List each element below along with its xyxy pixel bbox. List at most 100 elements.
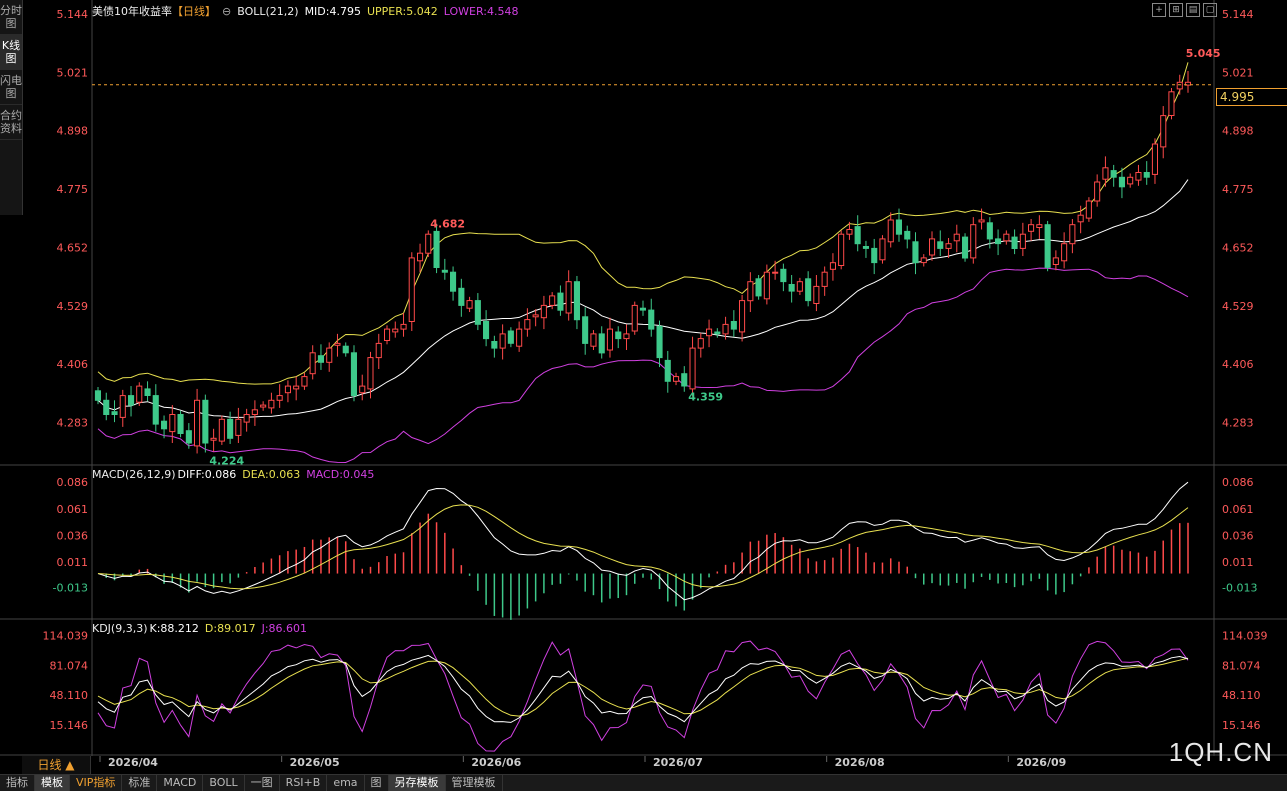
macd-tick-left: -0.013: [53, 581, 88, 594]
candle-body: [1143, 172, 1150, 178]
grid-icon[interactable]: ⊞: [1169, 3, 1183, 17]
kdj-d-line: [97, 657, 1189, 717]
kdj-tick-left: 48.110: [50, 689, 89, 702]
macd-tick-left: 0.011: [57, 556, 89, 569]
candle-body: [326, 347, 333, 363]
kdj-tick-right: 114.039: [1222, 630, 1268, 643]
macd-tick-left: 0.061: [57, 503, 89, 516]
candle-body: [144, 388, 151, 396]
date-label: 2026/08: [835, 756, 885, 769]
candle-body: [532, 314, 539, 318]
chart-area[interactable]: 5.144 5.144 5.021 5.021 4.898 4.898 4.775 4.775…: [0, 0, 1287, 774]
tab-chart[interactable]: 图: [365, 775, 389, 791]
candle-body: [136, 385, 143, 403]
tab-boll[interactable]: BOLL: [203, 775, 245, 791]
candle-body: [507, 330, 514, 344]
candle-body: [94, 390, 102, 401]
price-tick-right: 4.283: [1222, 417, 1254, 430]
price-panel-header: 美债10年收益率【日线】 ⊖ BOLL(21,2) MID:4.795 UPPER:5.…: [92, 3, 524, 19]
candle-body: [1061, 243, 1068, 262]
candle-body: [185, 430, 192, 444]
macd-tick-right: 0.086: [1222, 476, 1254, 489]
price-tick-left: 4.652: [57, 241, 89, 254]
candle-body: [227, 418, 234, 439]
price-tick-left: 4.898: [57, 125, 89, 138]
candle-body: [417, 252, 424, 262]
price-tick-left: 4.529: [57, 300, 89, 313]
candle-body: [590, 333, 597, 347]
tab-vip-indicators[interactable]: VIP指标: [70, 775, 123, 791]
high-marker-label: 5.045: [1186, 47, 1221, 60]
candle-body: [755, 278, 762, 297]
macd-tick-right: 0.061: [1222, 503, 1254, 516]
candle-body: [441, 269, 448, 273]
tab-standard[interactable]: 标准: [122, 775, 158, 791]
candle-body: [780, 268, 787, 283]
date-label: 2026/07: [653, 756, 703, 769]
kdj-tick-left: 114.039: [43, 630, 89, 643]
period-label: 【日线】: [172, 5, 216, 18]
candle-body: [871, 247, 878, 264]
boll-mid: MID:4.795: [304, 5, 361, 18]
settings-icon[interactable]: ⊖: [222, 5, 231, 18]
document-icon[interactable]: ▢: [1203, 3, 1217, 17]
candle-body: [1052, 257, 1059, 265]
candle-body: [681, 373, 688, 387]
candle-body: [202, 399, 209, 444]
price-tick-left: 4.406: [57, 358, 89, 371]
candle-body: [359, 385, 366, 394]
crosshair-icon[interactable]: +: [1152, 3, 1166, 17]
candle-body: [450, 271, 457, 292]
candle-body: [1044, 224, 1051, 268]
candle-body: [367, 357, 374, 390]
last-price-label: 4.995: [1216, 88, 1287, 106]
instrument-title: 美债10年收益率: [92, 5, 172, 18]
candle-body: [210, 437, 217, 441]
save-template-button[interactable]: 另存模板: [388, 775, 446, 791]
macd-tick-left: 0.036: [57, 529, 89, 542]
window-toolbar: + ⊞ ▤ ▢: [1149, 2, 1217, 17]
kdj-panel-header: KDJ(9,3,3) K:88.212 D:89.017 J:86.601: [92, 622, 313, 635]
site-watermark: 1QH.CN: [1168, 737, 1273, 767]
candle-body: [1028, 224, 1035, 232]
boll-mid-line: [97, 179, 1189, 418]
bottom-toolbar: 指标 模板 VIP指标 标准 MACD BOLL 一图 RSI+B ema 图 …: [0, 774, 1287, 791]
macd-diff-line: [97, 481, 1189, 601]
candle-body: [1151, 143, 1159, 175]
period-selector-button[interactable]: 日线 ▲: [22, 756, 91, 774]
candle-body: [524, 319, 531, 330]
tab-rsi-b[interactable]: RSI+B: [280, 775, 328, 791]
date-label: 2026/09: [1016, 756, 1066, 769]
candle-body: [689, 347, 696, 390]
candle-body: [747, 281, 754, 302]
macd-value: MACD:0.045: [306, 468, 375, 481]
tab-ema[interactable]: ema: [327, 775, 365, 791]
candle-body: [606, 328, 614, 351]
tab-one-chart[interactable]: 一图: [245, 775, 280, 791]
candle-body: [904, 230, 911, 240]
layout-icon[interactable]: ▤: [1186, 3, 1200, 17]
tab-indicators[interactable]: 指标: [0, 775, 35, 791]
candle-body: [582, 316, 589, 344]
manage-templates-button[interactable]: 管理模板: [446, 775, 503, 791]
kdj-d: D:89.017: [204, 622, 256, 635]
candle-body: [788, 284, 795, 292]
candle-body: [177, 414, 184, 434]
candle-body: [929, 238, 936, 256]
candle-body: [1110, 170, 1117, 178]
tab-macd[interactable]: MACD: [157, 775, 204, 791]
candle-body: [1019, 233, 1026, 249]
kdj-label: KDJ(9,3,3): [92, 622, 148, 635]
date-label: 2026/06: [471, 756, 521, 769]
candle-body: [862, 246, 870, 249]
candle-body: [268, 399, 275, 409]
candle-body: [218, 418, 225, 442]
candle-body: [1118, 176, 1126, 188]
kdj-tick-right: 48.110: [1222, 689, 1261, 702]
candle-body: [722, 323, 729, 335]
candle-body: [697, 338, 704, 349]
candle-body: [334, 342, 341, 346]
macd-tick-right: -0.013: [1222, 581, 1257, 594]
date-label: 2026/04: [108, 756, 158, 769]
tab-templates[interactable]: 模板: [35, 775, 70, 791]
